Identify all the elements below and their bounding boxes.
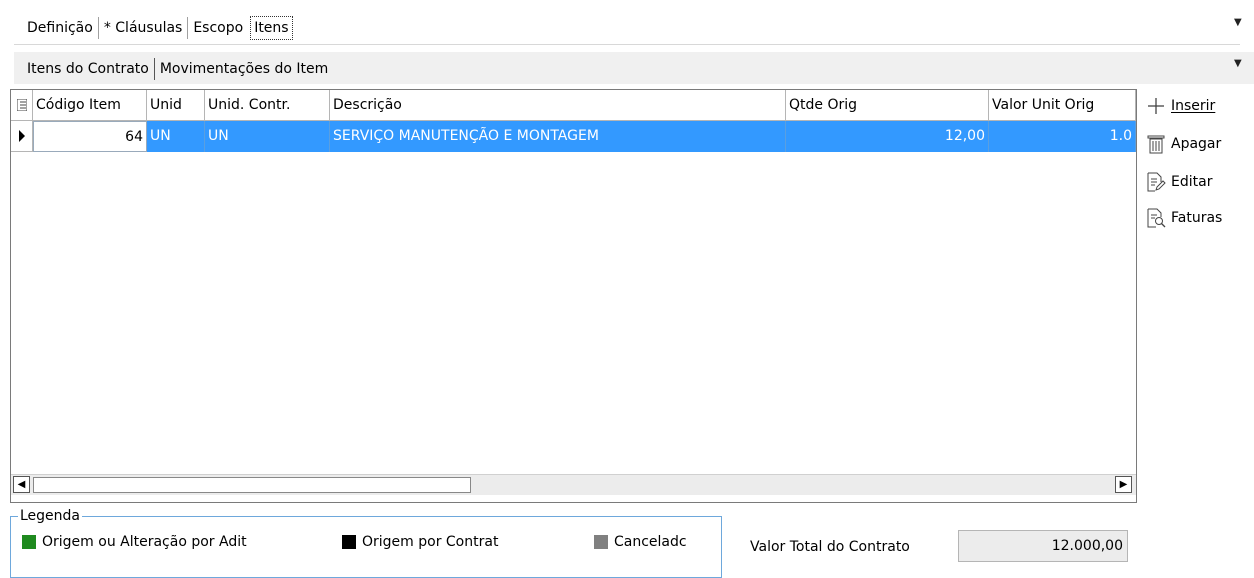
row-pointer-icon <box>11 121 33 152</box>
cell-unid[interactable]: UN <box>147 121 205 152</box>
apagar-label: Apagar <box>1171 136 1222 152</box>
editar-button[interactable]: Editar <box>1144 168 1212 196</box>
tab-itens-contrato[interactable]: Itens do Contrato <box>22 58 154 80</box>
scrollbar-thumb[interactable] <box>33 477 471 493</box>
grid-header: Código Item Unid Unid. Contr. Descrição … <box>11 90 1136 121</box>
table-row[interactable]: 64 UN UN SERVIÇO MANUTENÇÃO E MONTAGEM 1… <box>11 121 1136 152</box>
cell-valor-unit[interactable]: 1.0 <box>989 121 1136 152</box>
col-unid[interactable]: Unid <box>147 90 205 120</box>
apagar-button[interactable]: Apagar <box>1144 130 1221 158</box>
legend-item: Origem por Contrat <box>342 534 498 550</box>
editar-label: Editar <box>1171 174 1213 190</box>
legend-item: Origem ou Alteração por Adit <box>22 534 247 550</box>
inserir-button[interactable]: Inserir <box>1144 92 1215 120</box>
total-label: Valor Total do Contrato <box>750 539 910 555</box>
edit-icon <box>1144 170 1168 194</box>
tab-itens[interactable]: Itens <box>250 16 293 40</box>
tab-clausulas[interactable]: * Cláusulas <box>97 17 188 39</box>
plus-icon <box>1144 94 1168 118</box>
subtabs: Itens do Contrato Movimentações do Item <box>22 57 333 81</box>
legend-item: Canceladc <box>594 534 687 550</box>
legend-label: Origem ou Alteração por Adit <box>42 534 247 550</box>
dropdown-arrow-icon[interactable]: ▼ <box>1234 58 1242 69</box>
tab-escopo[interactable]: Escopo <box>187 17 248 39</box>
total-value-field: 12.000,00 <box>958 530 1128 562</box>
col-descricao[interactable]: Descrição <box>330 90 786 120</box>
legend-title: Legenda <box>18 507 83 525</box>
faturas-button[interactable]: Faturas <box>1144 204 1222 232</box>
col-unid-contr[interactable]: Unid. Contr. <box>205 90 330 120</box>
faturas-label: Faturas <box>1171 210 1223 226</box>
legend-label: Origem por Contrat <box>362 534 499 550</box>
items-grid[interactable]: Código Item Unid Unid. Contr. Descrição … <box>10 89 1137 503</box>
horizontal-scrollbar[interactable]: ◀ ▶ <box>11 474 1136 495</box>
legend-swatch-green <box>22 535 36 549</box>
invoice-icon <box>1144 206 1168 230</box>
inserir-label: Inserir <box>1171 98 1216 114</box>
tab-definicao[interactable]: Definição <box>22 17 98 39</box>
cell-descricao[interactable]: SERVIÇO MANUTENÇÃO E MONTAGEM <box>330 121 786 152</box>
legend-label: Canceladc <box>614 534 687 550</box>
legend-swatch-gray <box>594 535 608 549</box>
col-codigo-item[interactable]: Código Item <box>33 90 147 120</box>
col-qtde-orig[interactable]: Qtde Orig <box>786 90 989 120</box>
scroll-left-icon[interactable]: ◀ <box>13 476 30 493</box>
legend-swatch-black <box>342 535 356 549</box>
scroll-right-icon[interactable]: ▶ <box>1115 476 1132 493</box>
col-valor-unit-orig[interactable]: Valor Unit Orig <box>989 90 1136 120</box>
cell-qtde[interactable]: 12,00 <box>786 121 989 152</box>
cell-unid-contr[interactable]: UN <box>205 121 330 152</box>
grid-menu-icon[interactable] <box>11 90 33 120</box>
cell-codigo[interactable]: 64 <box>33 121 147 152</box>
tab-divider <box>14 44 1240 45</box>
dropdown-arrow-icon[interactable]: ▼ <box>1234 17 1242 28</box>
trash-icon <box>1144 132 1168 156</box>
tab-movimentacoes-item[interactable]: Movimentações do Item <box>153 58 333 80</box>
main-tabs: Definição * Cláusulas Escopo Itens <box>22 16 293 40</box>
